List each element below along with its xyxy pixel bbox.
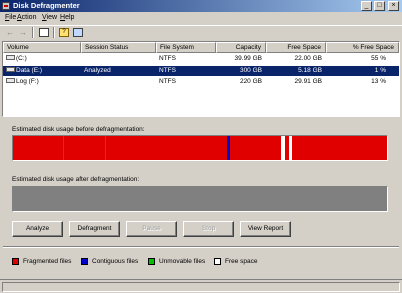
minimize-button[interactable]: _ [361,1,372,11]
drive-icon [6,67,15,73]
legend-divider [3,246,399,248]
title-bar[interactable]: Disk Defragmenter _ □ × [0,0,402,12]
volume-row-e[interactable]: Data (E:) Analyzed NTFS 300 GB 5.18 GB 1… [3,66,399,76]
free-space-stripe [289,136,292,160]
free-space-cell: 5.18 GB [298,67,322,74]
contiguous-stripe [227,136,230,160]
contiguous-stripe [105,136,106,160]
legend-free-space: Free space [214,257,269,266]
free-space-swatch [214,258,221,265]
forward-icon[interactable]: → [18,28,28,37]
toolbar: ← → ? [0,25,402,38]
capacity-cell: 300 GB [239,67,262,74]
free-space-stripe [281,136,285,160]
defrag-app-icon [2,2,10,10]
volume-row-c[interactable]: (C:) NTFS 39.99 GB 22.00 GB 55 % [3,54,399,64]
status-bar [0,279,402,293]
capacity-cell: 39.99 GB [234,55,262,62]
disk-defragmenter-window: Disk Defragmenter _ □ × File Action View… [0,0,402,293]
contiguous-stripe [63,136,64,160]
toolbar-separator [32,27,34,38]
column-pct-free-space[interactable]: % Free Space [326,42,399,53]
before-defrag-label: Estimated disk usage before defragmentat… [12,126,145,133]
maximize-button[interactable]: □ [374,1,385,11]
legend-free-space-label: Free space [225,258,258,265]
menu-bar: File Action View Help [0,12,402,24]
fragmented-swatch [12,258,19,265]
column-capacity[interactable]: Capacity [216,42,266,53]
properties-icon[interactable] [39,28,49,37]
drive-icon [6,55,15,61]
volume-name: (C:) [16,55,27,62]
legend-contiguous: Contiguous files [81,257,149,266]
after-defrag-label: Estimated disk usage after defragmentati… [12,176,140,183]
window-title: Disk Defragmenter [13,1,80,10]
volume-row-f[interactable]: Log (F:) NTFS 220 GB 29.91 GB 13 % [3,77,399,87]
volume-name-cell: Log (F:) [6,77,39,87]
pause-button[interactable]: Pause [126,221,177,237]
menu-view[interactable]: View [42,13,57,23]
legend-fragmented: Fragmented files [12,257,82,266]
file-system-cell: NTFS [159,78,176,85]
legend-contiguous-label: Contiguous files [92,258,139,265]
back-icon[interactable]: ← [5,28,15,37]
menu-file[interactable]: File [5,13,16,23]
capacity-cell: 220 GB [239,78,262,85]
file-system-cell: NTFS [159,55,176,62]
volume-list-header: Volume Session Status File System Capaci… [3,42,399,53]
toolbar-separator [53,27,55,38]
volume-name: Log (F:) [16,78,39,85]
column-volume[interactable]: Volume [3,42,81,53]
menu-help[interactable]: Help [60,13,74,23]
drive-icon [6,78,15,84]
help-icon[interactable]: ? [59,28,69,37]
legend-unmovable-label: Unmovable files [159,258,206,265]
defragment-button[interactable]: Defragment [69,221,120,237]
menu-action[interactable]: Action [17,13,36,23]
file-system-cell: NTFS [159,67,176,74]
volume-list: Volume Session Status File System Capaci… [2,41,400,117]
free-space-cell: 22.00 GB [294,55,322,62]
after-defrag-bar [12,186,388,212]
close-button[interactable]: × [388,1,399,11]
snapin-icon[interactable] [73,28,83,37]
column-session-status[interactable]: Session Status [81,42,156,53]
stop-button[interactable]: Stop [183,221,234,237]
contiguous-swatch [81,258,88,265]
pct-free-cell: 55 % [371,55,386,62]
column-free-space[interactable]: Free Space [266,42,326,53]
status-pane [2,282,400,292]
legend-unmovable: Unmovable files [148,257,216,266]
view-report-button[interactable]: View Report [240,221,291,237]
session-status-cell: Analyzed [84,67,111,74]
before-defrag-bar [12,135,388,161]
free-space-cell: 29.91 GB [294,78,322,85]
legend-fragmented-label: Fragmented files [23,258,72,265]
volume-name-cell: (C:) [6,54,27,64]
pct-free-cell: 1 % [374,67,386,74]
column-file-system[interactable]: File System [156,42,216,53]
pct-free-cell: 13 % [371,78,386,85]
analyze-button[interactable]: Analyze [12,221,63,237]
volume-name-cell: Data (E:) [6,66,42,76]
volume-name: Data (E:) [16,67,43,74]
unmovable-swatch [148,258,155,265]
